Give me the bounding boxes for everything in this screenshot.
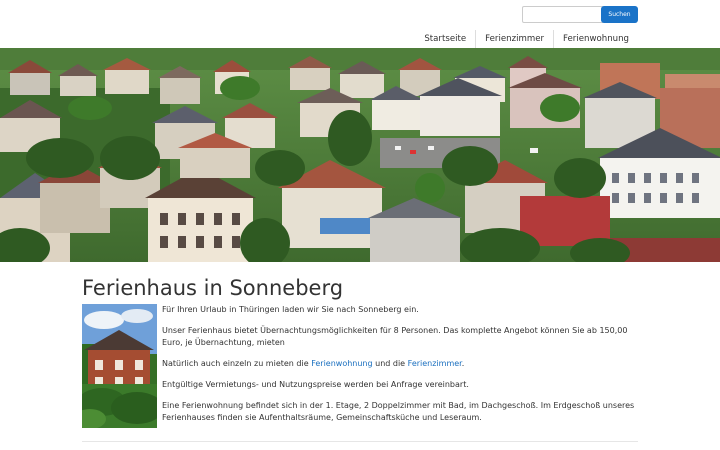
house-photo [82, 304, 157, 428]
nav-item-startseite[interactable]: Startseite [415, 30, 475, 48]
ferienzimmer-link[interactable]: Ferienzimmer [408, 359, 462, 368]
single-rent-prefix: Natürlich auch einzeln zu mieten die [162, 359, 312, 368]
description-text: Eine Ferienwohnung befindet sich in der … [162, 401, 635, 422]
single-rent-suffix: . [461, 359, 465, 368]
page-title: Ferienhaus in Sonneberg [82, 276, 344, 300]
content-divider [82, 441, 638, 442]
nav-item-ferienzimmer[interactable]: Ferienzimmer [475, 30, 553, 48]
offer-text: Unser Ferienhaus bietet Übernachtungsmög… [162, 326, 628, 347]
hero-town-photo [0, 48, 720, 262]
single-rent-text: Natürlich auch einzeln zu mieten die Fer… [162, 358, 640, 370]
search-button[interactable]: Suchen [601, 6, 638, 23]
header: Suchen Startseite Ferienzimmer Ferienwoh… [0, 0, 720, 48]
main-nav: Startseite Ferienzimmer Ferienwohnung [415, 30, 638, 48]
intro-text: Für Ihren Urlaub in Thüringen laden wir … [162, 305, 419, 314]
ferienwohnung-link[interactable]: Ferienwohnung [311, 359, 372, 368]
search-input[interactable] [522, 6, 604, 23]
nav-item-ferienwohnung[interactable]: Ferienwohnung [553, 30, 638, 48]
single-rent-middle: und die [372, 359, 408, 368]
main-content: Für Ihren Urlaub in Thüringen laden wir … [162, 304, 640, 433]
prices-text: Entgültige Vermietungs- und Nutzungsprei… [162, 380, 469, 389]
